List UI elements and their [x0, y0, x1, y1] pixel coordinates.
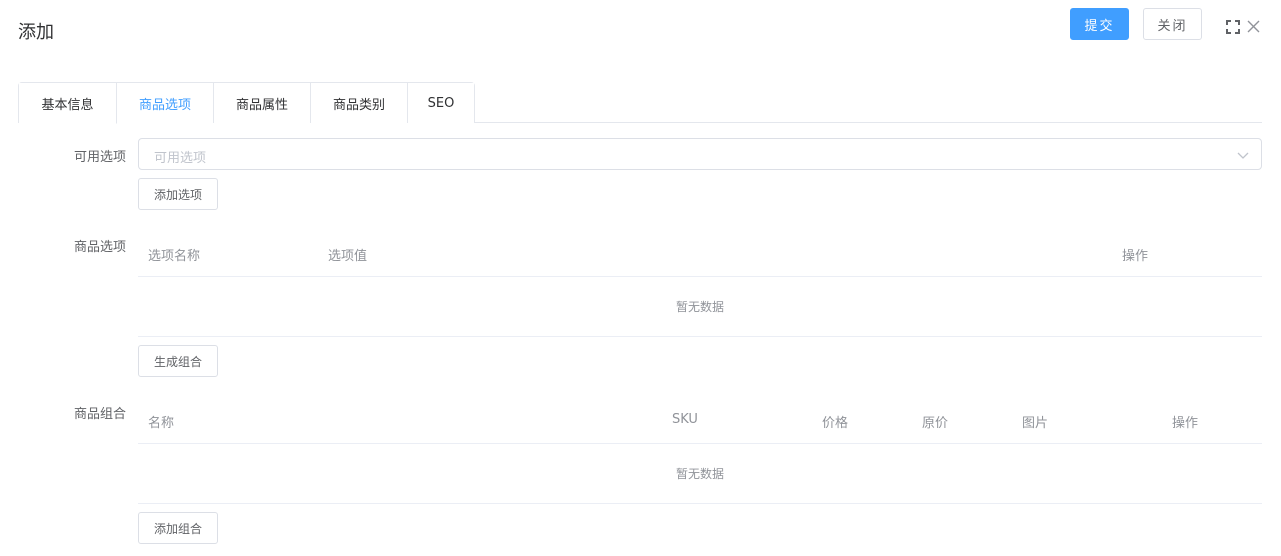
empty-text: 暂无数据: [138, 277, 1262, 337]
product-combinations-table: 名称 SKU 价格 原价 图片 操作 暂无数据: [138, 397, 1262, 504]
select-placeholder: 可用选项: [154, 151, 207, 166]
column-option-value: 选项值: [328, 249, 368, 264]
column-actions: 操作: [1122, 249, 1149, 264]
product-combinations-label: 商品组合: [73, 407, 126, 422]
tab-basic-info[interactable]: 基本信息: [19, 83, 116, 123]
column-option-name: 选项名称: [148, 249, 201, 264]
close-icon[interactable]: [1247, 20, 1260, 33]
submit-button[interactable]: 提交: [1070, 8, 1129, 40]
table-header: 选项名称 选项值 操作: [138, 230, 1262, 277]
column-price: 价格: [822, 416, 849, 431]
available-options-label: 可用选项: [73, 150, 126, 165]
available-options-select[interactable]: 可用选项: [138, 138, 1262, 170]
tab-product-categories[interactable]: 商品类别: [310, 83, 407, 123]
add-combination-button[interactable]: 添加组合: [138, 512, 218, 544]
dialog-title: 添加: [18, 22, 54, 43]
tab-bar: 基本信息 商品选项 商品属性 商品类别 SEO: [18, 82, 1262, 124]
tab-product-attributes[interactable]: 商品属性: [213, 83, 310, 123]
column-actions: 操作: [1172, 416, 1199, 431]
column-name: 名称: [148, 416, 175, 431]
empty-text: 暂无数据: [138, 444, 1262, 504]
product-options-label: 商品选项: [73, 240, 126, 255]
tab-seo[interactable]: SEO: [407, 83, 474, 123]
chevron-down-icon: [1237, 152, 1249, 159]
table-header: 名称 SKU 价格 原价 图片 操作: [138, 397, 1262, 444]
column-sku: SKU: [672, 412, 698, 427]
tab-product-options[interactable]: 商品选项: [116, 83, 213, 124]
add-option-button[interactable]: 添加选项: [138, 178, 218, 210]
column-image: 图片: [1022, 416, 1049, 431]
close-button[interactable]: 关闭: [1143, 8, 1202, 40]
generate-combinations-button[interactable]: 生成组合: [138, 345, 218, 377]
tab-group: 基本信息 商品选项 商品属性 商品类别 SEO: [18, 82, 475, 124]
column-original-price: 原价: [922, 416, 949, 431]
product-options-table: 选项名称 选项值 操作 暂无数据: [138, 230, 1262, 337]
fullscreen-icon[interactable]: [1226, 20, 1240, 34]
